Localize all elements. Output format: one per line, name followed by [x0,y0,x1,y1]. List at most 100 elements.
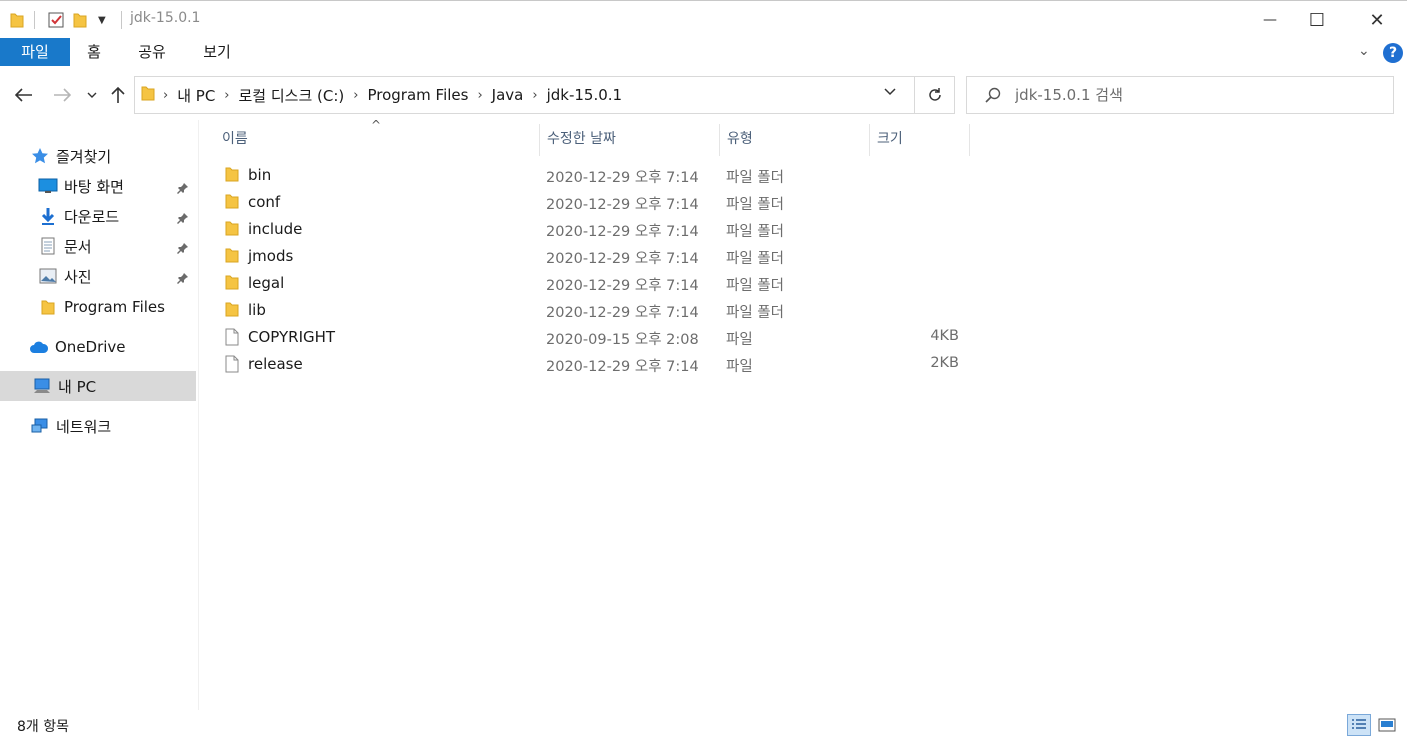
file-row-copyright[interactable]: COPYRIGHT 2020-09-15 오후 2:08 파일 4KB [219,324,979,351]
file-row-bin[interactable]: bin 2020-12-29 오후 7:14 파일 폴더 [219,162,979,189]
file-type: 파일 폴더 [726,305,784,321]
file-size: 2KB [930,355,959,371]
star-icon [30,146,50,166]
folder-icon [225,220,241,238]
refresh-button[interactable] [915,76,955,114]
file-name: release [248,355,303,373]
chevron-down-icon[interactable] [82,84,102,106]
file-type: 파일 폴더 [726,224,784,240]
column-header-type[interactable]: 유형 [719,124,869,154]
pin-icon[interactable] [177,270,189,288]
chevron-right-icon[interactable]: › [532,88,537,103]
search-input[interactable] [1015,86,1375,104]
desktop-icon [38,176,58,196]
sidebar-item-label: Program Files [64,298,165,316]
folder-icon [141,85,155,105]
folder-icon [38,297,58,317]
column-header-size[interactable]: 크기 [869,124,969,154]
breadcrumb-my-pc[interactable]: 내 PC [177,85,215,106]
tab-home[interactable]: 홈 [76,38,112,66]
sidebar-item-label: 즐겨찾기 [56,147,112,166]
tab-share[interactable]: 공유 [130,38,174,66]
large-icons-view-button[interactable] [1375,714,1399,736]
chevron-right-icon[interactable]: › [224,88,229,103]
sidebar-item-pictures[interactable]: 사진 [0,261,196,291]
file-row-legal[interactable]: legal 2020-12-29 오후 7:14 파일 폴더 [219,270,979,297]
breadcrumb-jdk[interactable]: jdk-15.0.1 [547,86,623,104]
column-header-name[interactable]: 이름 [214,124,539,154]
tab-view[interactable]: 보기 [195,38,239,66]
computer-icon [32,376,52,396]
file-date: 2020-12-29 오후 7:14 [546,224,699,240]
breadcrumb-program-files[interactable]: Program Files [367,86,468,104]
file-row-lib[interactable]: lib 2020-12-29 오후 7:14 파일 폴더 [219,297,979,324]
cloud-icon [29,337,49,357]
minimize-button[interactable]: — [1247,1,1293,39]
column-header-date[interactable]: 수정한 날짜 [539,124,719,154]
properties-icon[interactable] [47,10,65,30]
navigation-bar: › 내 PC › 로컬 디스크 (C:) › Program Files › J… [0,68,1407,120]
file-date: 2020-12-29 오후 7:14 [546,305,699,321]
close-button[interactable]: ✕ [1354,1,1400,39]
folder-icon [225,193,241,211]
arrow-up-icon[interactable] [106,84,130,106]
sidebar-item-downloads[interactable]: 다운로드 [0,201,196,231]
help-button[interactable]: ? [1383,43,1403,63]
sidebar-item-documents[interactable]: 문서 [0,231,196,261]
title-bar: ▼ jdk-15.0.1 — ☐ ✕ [0,0,1407,38]
file-type: 파일 폴더 [726,170,784,186]
download-icon [38,206,58,226]
maximize-button[interactable]: ☐ [1294,1,1340,39]
file-row-release[interactable]: release 2020-12-29 오후 7:14 파일 2KB [219,351,979,378]
folder-icon [10,10,24,30]
file-name: jmods [248,247,294,265]
customize-toolbar-icon[interactable]: ▼ [98,10,106,30]
pin-icon[interactable] [177,210,189,228]
status-bar: 8개 항목 [0,710,1407,738]
file-type: 파일 폴더 [726,251,784,267]
chevron-right-icon[interactable]: › [477,88,482,103]
file-row-jmods[interactable]: jmods 2020-12-29 오후 7:14 파일 폴더 [219,243,979,270]
file-row-conf[interactable]: conf 2020-12-29 오후 7:14 파일 폴더 [219,189,979,216]
expand-ribbon-icon[interactable]: ⌄ [1358,43,1370,59]
breadcrumb-java[interactable]: Java [492,86,524,104]
large-icons-view-icon [1378,718,1396,732]
file-icon [225,355,241,373]
sidebar-item-this-pc[interactable]: 내 PC [0,371,196,401]
file-type: 파일 [726,359,753,375]
file-list: ^ 이름 수정한 날짜 유형 크기 bin 2020-12-29 오후 7:14… [199,118,1407,710]
search-icon [985,87,1001,103]
pictures-icon [38,266,58,286]
new-folder-icon[interactable] [73,10,87,30]
pin-icon[interactable] [177,180,189,198]
breadcrumb-local-disk[interactable]: 로컬 디스크 (C:) [239,85,345,106]
sidebar-item-label: 바탕 화면 [64,177,124,196]
search-box[interactable] [966,76,1394,114]
file-date: 2020-12-29 오후 7:14 [546,359,699,375]
file-date: 2020-09-15 오후 2:08 [546,332,699,348]
arrow-right-icon[interactable] [50,84,74,106]
sidebar-item-label: OneDrive [55,338,126,356]
document-icon [38,236,58,256]
file-name: conf [248,193,281,211]
sidebar-item-onedrive[interactable]: OneDrive [0,332,196,362]
file-row-include[interactable]: include 2020-12-29 오후 7:14 파일 폴더 [219,216,979,243]
file-type: 파일 폴더 [726,197,784,213]
sidebar-item-desktop[interactable]: 바탕 화면 [0,171,196,201]
sidebar-item-network[interactable]: 네트워크 [0,411,196,441]
folder-icon [225,166,241,184]
refresh-icon [928,88,941,101]
chevron-right-icon[interactable]: › [163,88,168,103]
sidebar-item-label: 네트워크 [56,417,112,436]
sidebar-item-quick-access[interactable]: 즐겨찾기 [0,141,196,171]
address-history-icon[interactable] [884,84,896,100]
chevron-right-icon[interactable]: › [353,88,358,103]
sidebar-item-program-files[interactable]: Program Files [0,292,196,322]
pin-icon[interactable] [177,240,189,258]
item-count: 8개 항목 [17,719,69,735]
address-bar[interactable]: › 내 PC › 로컬 디스크 (C:) › Program Files › J… [134,76,915,114]
details-view-button[interactable] [1347,714,1371,736]
file-date: 2020-12-29 오후 7:14 [546,170,699,186]
arrow-left-icon[interactable] [12,84,36,106]
tab-file[interactable]: 파일 [0,38,70,66]
